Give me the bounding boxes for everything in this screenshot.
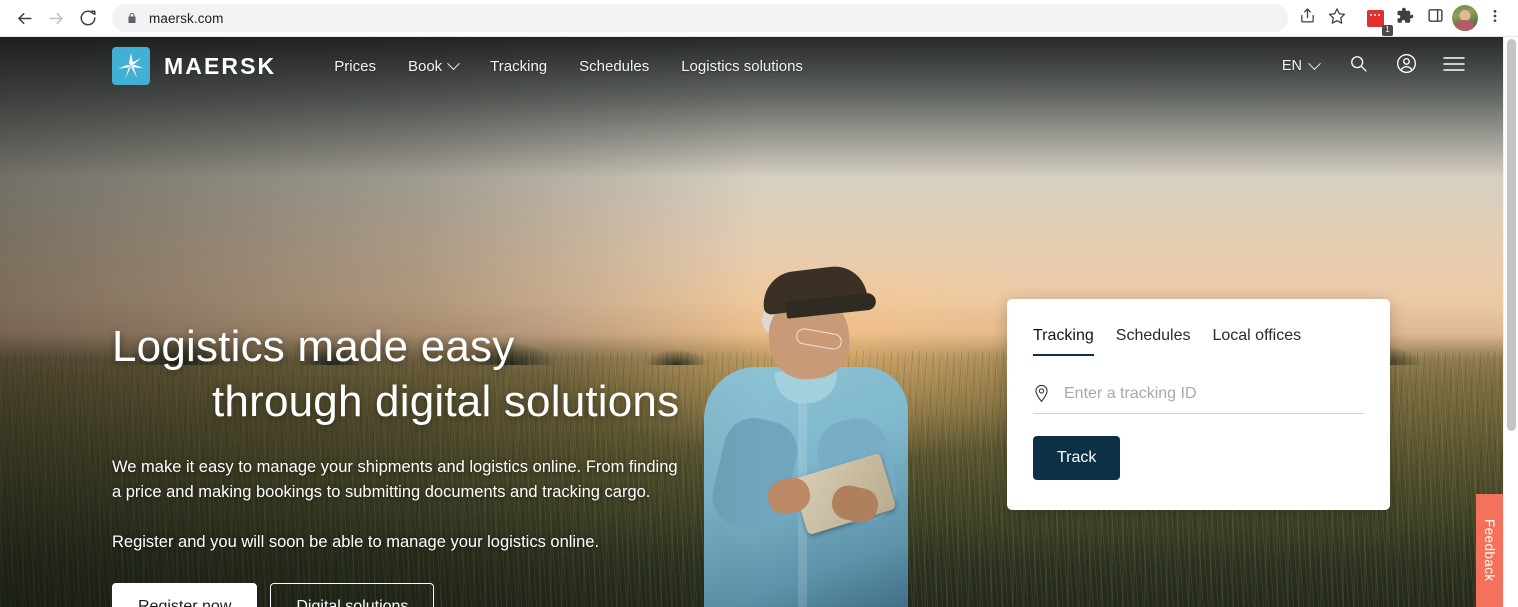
language-label: EN (1281, 58, 1302, 74)
hero-paragraph-2: Register and you will soon be able to ma… (112, 533, 600, 551)
screen-recorder-extension-button[interactable]: 1 (1360, 3, 1393, 36)
lock-icon (126, 12, 138, 24)
chevron-down-icon (447, 56, 461, 70)
tracking-card: Tracking Schedules Local offices Track (1007, 299, 1390, 510)
three-dot-menu-icon (1487, 8, 1503, 29)
hamburger-menu-button[interactable] (1433, 45, 1475, 87)
url-text: maersk.com (149, 10, 224, 26)
nav-item-book[interactable]: Book (392, 48, 474, 85)
brand-wordmark: MAERSK (164, 52, 277, 79)
hero-headline-line1: Logistics made easy (112, 322, 515, 371)
page-scrollbar[interactable] (1503, 37, 1518, 607)
register-now-button[interactable]: Register now (112, 582, 258, 607)
tab-local-offices[interactable]: Local offices (1212, 327, 1301, 356)
page-scrollbar-thumb[interactable] (1507, 39, 1516, 431)
tracking-id-input[interactable] (1064, 384, 1364, 403)
account-button[interactable] (1385, 45, 1427, 87)
nav-item-label: Schedules (579, 57, 650, 75)
digital-solutions-button[interactable]: Digital solutions (270, 582, 435, 607)
browser-toolbar: maersk.com 1 (0, 0, 1518, 37)
extensions-button[interactable] (1390, 3, 1420, 33)
forward-button[interactable] (40, 2, 72, 34)
page-viewport: MAERSK Prices Book Tracking Schedules Lo… (0, 37, 1518, 607)
forward-arrow-icon (47, 9, 66, 28)
profile-button[interactable] (1450, 3, 1480, 33)
hero-headline: Logistics made easy through digital solu… (112, 319, 752, 430)
nav-item-label: Book (407, 57, 443, 75)
search-icon (1348, 53, 1369, 79)
hero-content: Logistics made easy through digital solu… (112, 319, 752, 607)
site-search-button[interactable] (1337, 45, 1379, 87)
track-submit-button[interactable]: Track (1033, 436, 1121, 480)
profile-avatar (1452, 5, 1478, 31)
feedback-label: Feedback (1482, 519, 1497, 582)
reload-icon (79, 9, 97, 27)
side-panel-icon (1427, 7, 1444, 29)
nav-utility-group: EN (1270, 45, 1475, 87)
nav-item-label: Tracking (490, 57, 548, 75)
nav-item-label: Logistics solutions (681, 57, 803, 75)
puzzle-piece-icon (1396, 7, 1414, 30)
nav-item-schedules[interactable]: Schedules (563, 48, 665, 85)
star-icon (1328, 7, 1346, 30)
bookmark-button[interactable] (1322, 3, 1352, 33)
tracking-id-field[interactable] (1033, 384, 1364, 414)
tab-schedules[interactable]: Schedules (1116, 327, 1191, 356)
hamburger-menu-icon (1442, 55, 1466, 78)
user-account-icon (1395, 52, 1418, 80)
nav-item-tracking[interactable]: Tracking (474, 48, 563, 85)
reload-button[interactable] (72, 2, 104, 34)
back-button[interactable] (8, 2, 40, 34)
nav-item-logistics-solutions[interactable]: Logistics solutions (665, 48, 819, 85)
language-switcher[interactable]: EN (1270, 50, 1331, 82)
hero-headline-line2: through digital solutions (212, 377, 680, 427)
nav-item-prices[interactable]: Prices (318, 48, 392, 85)
site-navigation-bar: MAERSK Prices Book Tracking Schedules Lo… (0, 37, 1503, 95)
hero-cta-group: Register now Digital solutions (112, 582, 752, 607)
browser-menu-button[interactable] (1480, 3, 1510, 33)
location-pin-icon (1033, 384, 1050, 403)
brand-home-link[interactable]: MAERSK (112, 47, 276, 85)
side-panel-button[interactable] (1420, 3, 1450, 33)
primary-nav-links: Prices Book Tracking Schedules Logistics… (318, 48, 819, 85)
address-bar[interactable]: maersk.com (112, 4, 1288, 32)
back-arrow-icon (15, 9, 34, 28)
screen-recorder-extension-icon (1366, 9, 1384, 27)
share-icon (1299, 7, 1316, 29)
maersk-seven-point-star-icon (112, 47, 150, 85)
hero-paragraph-1: We make it easy to manage your shipments… (112, 457, 678, 502)
nav-item-label: Prices (334, 57, 376, 75)
share-button[interactable] (1292, 3, 1322, 33)
chevron-down-icon (1308, 56, 1321, 70)
feedback-tab[interactable]: Feedback (1476, 494, 1503, 607)
tracking-card-tabs: Tracking Schedules Local offices (1033, 327, 1364, 356)
tab-tracking[interactable]: Tracking (1033, 327, 1094, 356)
